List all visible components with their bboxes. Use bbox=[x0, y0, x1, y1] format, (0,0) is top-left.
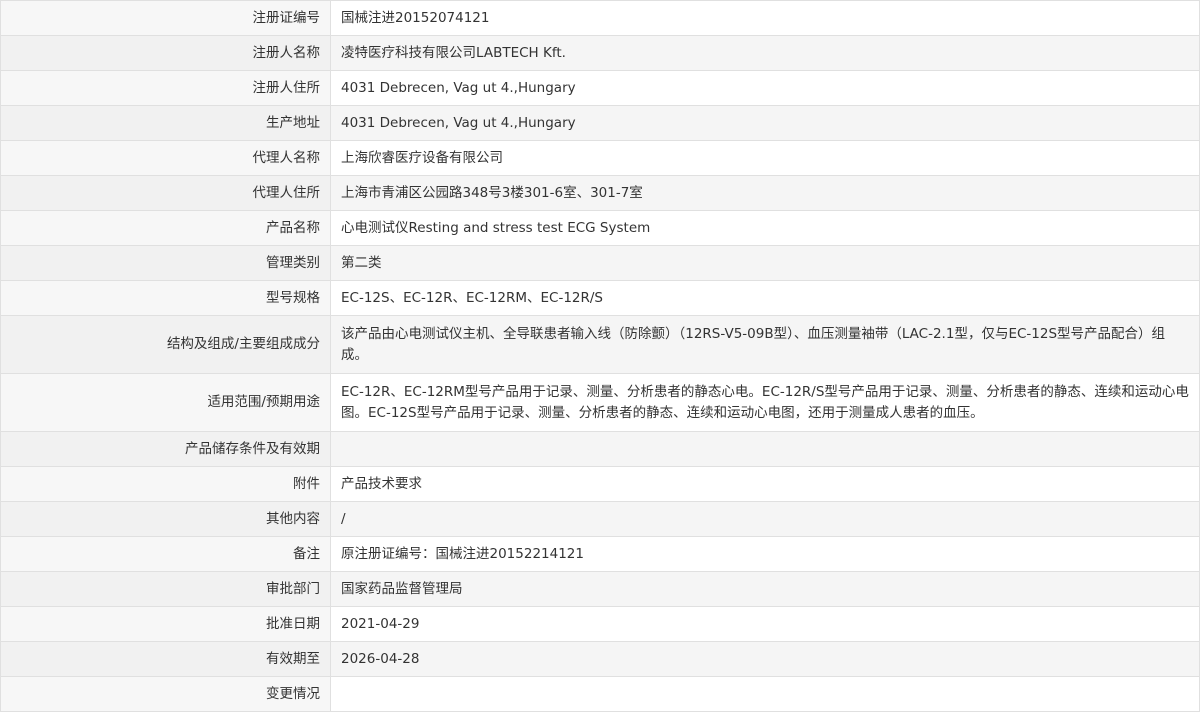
field-value-production-address: 4031 Debrecen, Vag ut 4.,Hungary bbox=[330, 105, 1200, 141]
table-row: 注册人住所 4031 Debrecen, Vag ut 4.,Hungary bbox=[0, 70, 1200, 106]
table-row: 产品储存条件及有效期 bbox=[0, 431, 1200, 467]
table-row: 代理人名称 上海欣睿医疗设备有限公司 bbox=[0, 140, 1200, 176]
table-row: 生产地址 4031 Debrecen, Vag ut 4.,Hungary bbox=[0, 105, 1200, 141]
table-row: 结构及组成/主要组成成分 该产品由心电测试仪主机、全导联患者输入线（防除颤）（1… bbox=[0, 315, 1200, 374]
field-value-agent-name: 上海欣睿医疗设备有限公司 bbox=[330, 140, 1200, 176]
table-row: 产品名称 心电测试仪Resting and stress test ECG Sy… bbox=[0, 210, 1200, 246]
field-label-remarks: 备注 bbox=[0, 536, 331, 572]
table-row: 注册人名称 凌特医疗科技有限公司LABTECH Kft. bbox=[0, 35, 1200, 71]
field-label-registrant-address: 注册人住所 bbox=[0, 70, 331, 106]
field-value-valid-until: 2026-04-28 bbox=[330, 641, 1200, 677]
field-label-product-name: 产品名称 bbox=[0, 210, 331, 246]
registration-table: 注册证编号 国械注进20152074121 注册人名称 凌特医疗科技有限公司LA… bbox=[0, 0, 1200, 712]
table-row: 型号规格 EC-12S、EC-12R、EC-12RM、EC-12R/S bbox=[0, 280, 1200, 316]
field-label-change-history: 变更情况 bbox=[0, 676, 331, 712]
field-value-registrant-address: 4031 Debrecen, Vag ut 4.,Hungary bbox=[330, 70, 1200, 106]
field-label-agent-name: 代理人名称 bbox=[0, 140, 331, 176]
field-value-structure-composition: 该产品由心电测试仪主机、全导联患者输入线（防除颤）（12RS-V5-09B型）、… bbox=[330, 315, 1200, 374]
field-label-approval-date: 批准日期 bbox=[0, 606, 331, 642]
table-row: 代理人住所 上海市青浦区公园路348号3楼301-6室、301-7室 bbox=[0, 175, 1200, 211]
table-row: 备注 原注册证编号：国械注进20152214121 bbox=[0, 536, 1200, 572]
table-row: 有效期至 2026-04-28 bbox=[0, 641, 1200, 677]
table-row: 附件 产品技术要求 bbox=[0, 466, 1200, 502]
field-value-attachment: 产品技术要求 bbox=[330, 466, 1200, 502]
field-value-product-name: 心电测试仪Resting and stress test ECG System bbox=[330, 210, 1200, 246]
field-value-management-category: 第二类 bbox=[330, 245, 1200, 281]
field-label-agent-address: 代理人住所 bbox=[0, 175, 331, 211]
field-label-structure-composition: 结构及组成/主要组成成分 bbox=[0, 315, 331, 374]
table-row: 注册证编号 国械注进20152074121 bbox=[0, 0, 1200, 36]
field-label-production-address: 生产地址 bbox=[0, 105, 331, 141]
field-value-change-history bbox=[330, 676, 1200, 712]
field-value-agent-address: 上海市青浦区公园路348号3楼301-6室、301-7室 bbox=[330, 175, 1200, 211]
field-value-storage-conditions bbox=[330, 431, 1200, 467]
field-value-model-spec: EC-12S、EC-12R、EC-12RM、EC-12R/S bbox=[330, 280, 1200, 316]
table-row: 适用范围/预期用途 EC-12R、EC-12RM型号产品用于记录、测量、分析患者… bbox=[0, 373, 1200, 432]
field-label-intended-use: 适用范围/预期用途 bbox=[0, 373, 331, 432]
table-row: 其他内容 / bbox=[0, 501, 1200, 537]
field-label-registrant-name: 注册人名称 bbox=[0, 35, 331, 71]
field-value-intended-use: EC-12R、EC-12RM型号产品用于记录、测量、分析患者的静态心电。EC-1… bbox=[330, 373, 1200, 432]
field-label-management-category: 管理类别 bbox=[0, 245, 331, 281]
table-row: 审批部门 国家药品监督管理局 bbox=[0, 571, 1200, 607]
field-label-other-content: 其他内容 bbox=[0, 501, 331, 537]
table-row: 变更情况 bbox=[0, 676, 1200, 712]
field-value-other-content: / bbox=[330, 501, 1200, 537]
field-label-registration-number: 注册证编号 bbox=[0, 0, 331, 36]
field-value-approval-date: 2021-04-29 bbox=[330, 606, 1200, 642]
field-value-approval-department: 国家药品监督管理局 bbox=[330, 571, 1200, 607]
table-row: 管理类别 第二类 bbox=[0, 245, 1200, 281]
table-row: 批准日期 2021-04-29 bbox=[0, 606, 1200, 642]
field-label-attachment: 附件 bbox=[0, 466, 331, 502]
field-value-registration-number: 国械注进20152074121 bbox=[330, 0, 1200, 36]
field-label-approval-department: 审批部门 bbox=[0, 571, 331, 607]
field-value-remarks: 原注册证编号：国械注进20152214121 bbox=[330, 536, 1200, 572]
field-label-model-spec: 型号规格 bbox=[0, 280, 331, 316]
field-label-valid-until: 有效期至 bbox=[0, 641, 331, 677]
field-label-storage-conditions: 产品储存条件及有效期 bbox=[0, 431, 331, 467]
field-value-registrant-name: 凌特医疗科技有限公司LABTECH Kft. bbox=[330, 35, 1200, 71]
